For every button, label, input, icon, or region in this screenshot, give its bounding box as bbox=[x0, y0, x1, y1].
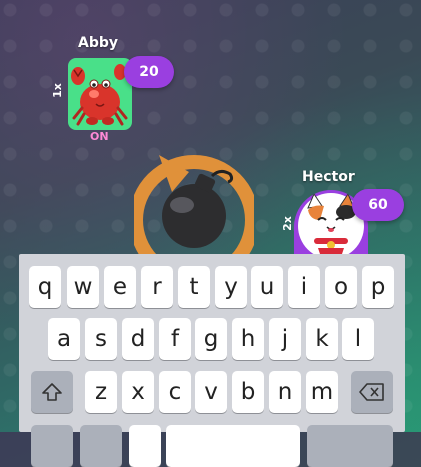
player-multiplier: 2x bbox=[280, 216, 294, 231]
key-u[interactable]: u bbox=[251, 266, 283, 308]
emoji-key[interactable] bbox=[80, 425, 122, 467]
player-name: Hector bbox=[302, 169, 355, 185]
player-score: 20 bbox=[139, 64, 159, 80]
player-multiplier: 1x bbox=[50, 83, 64, 98]
key-c[interactable]: c bbox=[159, 371, 191, 413]
space-key[interactable] bbox=[166, 425, 300, 467]
key-q[interactable]: q bbox=[29, 266, 61, 308]
key-v[interactable]: v bbox=[195, 371, 227, 413]
numbers-key[interactable] bbox=[31, 425, 73, 467]
key-j[interactable]: j bbox=[269, 318, 301, 360]
backspace-key[interactable] bbox=[351, 371, 393, 413]
key-b[interactable]: b bbox=[232, 371, 264, 413]
key-h[interactable]: h bbox=[232, 318, 264, 360]
crab-icon bbox=[71, 64, 128, 126]
return-key[interactable] bbox=[307, 425, 393, 467]
bomb-icon bbox=[129, 155, 259, 285]
shift-icon bbox=[42, 383, 62, 401]
on-screen-keyboard: q w e r t y u i o p a s d f g h j k l z … bbox=[19, 254, 405, 467]
player-score: 60 bbox=[368, 197, 388, 213]
key-e[interactable]: e bbox=[104, 266, 136, 308]
key-t[interactable]: t bbox=[178, 266, 210, 308]
backspace-icon bbox=[359, 383, 384, 401]
key-o[interactable]: o bbox=[325, 266, 357, 308]
key-k[interactable]: k bbox=[306, 318, 338, 360]
mic-key[interactable] bbox=[129, 425, 161, 467]
shift-key[interactable] bbox=[31, 371, 73, 413]
key-s[interactable]: s bbox=[85, 318, 117, 360]
key-f[interactable]: f bbox=[159, 318, 191, 360]
key-m[interactable]: m bbox=[306, 371, 338, 413]
key-g[interactable]: g bbox=[195, 318, 227, 360]
bomb bbox=[129, 150, 259, 285]
key-p[interactable]: p bbox=[362, 266, 394, 308]
key-d[interactable]: d bbox=[122, 318, 154, 360]
key-l[interactable]: l bbox=[342, 318, 374, 360]
player-score-badge: 60 bbox=[352, 189, 404, 221]
player-avatar-crab bbox=[68, 58, 132, 130]
key-i[interactable]: i bbox=[288, 266, 320, 308]
player-name: Abby bbox=[78, 35, 119, 51]
player-status: ON bbox=[90, 130, 109, 143]
key-n[interactable]: n bbox=[269, 371, 301, 413]
key-y[interactable]: y bbox=[215, 266, 247, 308]
key-a[interactable]: a bbox=[48, 318, 80, 360]
key-w[interactable]: w bbox=[67, 266, 99, 308]
key-x[interactable]: x bbox=[122, 371, 154, 413]
player-score-badge: 20 bbox=[124, 56, 174, 88]
key-r[interactable]: r bbox=[141, 266, 173, 308]
key-z[interactable]: z bbox=[85, 371, 117, 413]
